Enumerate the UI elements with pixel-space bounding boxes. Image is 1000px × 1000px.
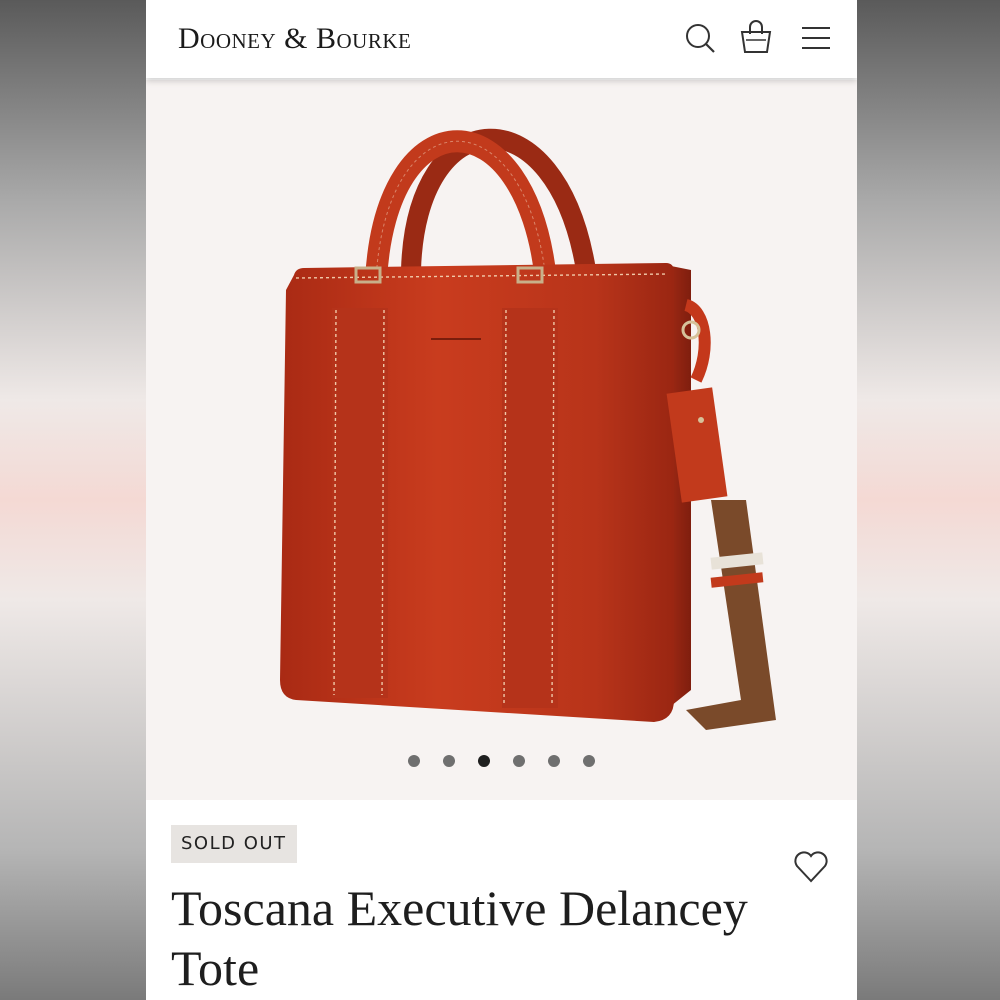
- brand-logo[interactable]: Dooney & Bourke: [178, 22, 411, 56]
- gallery-dot-6[interactable]: [583, 755, 595, 767]
- search-icon[interactable]: [682, 18, 718, 58]
- heart-icon[interactable]: [792, 848, 830, 884]
- mobile-page: Dooney & Bourke SOLD OUT Toscana Executi…: [146, 0, 857, 1000]
- shopping-bag-icon[interactable]: [738, 18, 774, 58]
- left-background-blur: [0, 0, 146, 1000]
- gallery-pagination: [146, 755, 857, 771]
- site-header: Dooney & Bourke: [146, 0, 857, 78]
- product-title: Toscana Executive Delancey Tote: [171, 880, 748, 996]
- gallery-dot-1[interactable]: [408, 755, 420, 767]
- sold-out-badge: SOLD OUT: [171, 825, 297, 863]
- right-background-blur: [854, 0, 1000, 1000]
- hamburger-menu-icon[interactable]: [800, 18, 836, 58]
- tote-bag-image: [280, 128, 776, 730]
- gallery-dot-3[interactable]: [478, 755, 490, 767]
- gallery-dot-2[interactable]: [443, 755, 455, 767]
- product-image-gallery[interactable]: [146, 80, 857, 800]
- gallery-dot-5[interactable]: [548, 755, 560, 767]
- gallery-dot-4[interactable]: [513, 755, 525, 767]
